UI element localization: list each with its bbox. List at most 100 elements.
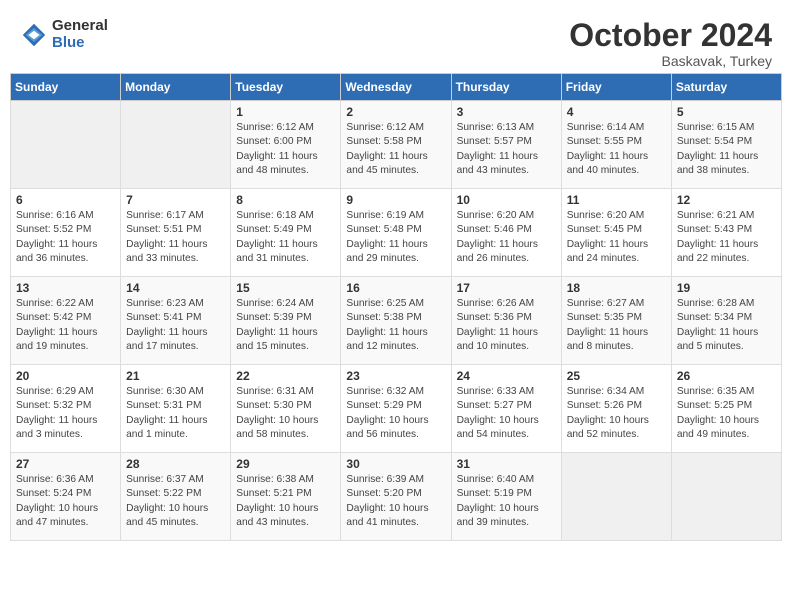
day-info: Sunrise: 6:40 AM Sunset: 5:19 PM Dayligh… (457, 474, 539, 528)
calendar-cell: 3 Sunrise: 6:13 AM Sunset: 5:57 PM Daylig… (451, 101, 561, 189)
logo-blue-text: Blue (52, 35, 108, 52)
location-subtitle: Baskavak, Turkey (569, 53, 772, 69)
day-number: 4 (567, 105, 666, 119)
week-row-2: 6 Sunrise: 6:16 AM Sunset: 5:52 PM Daylig… (11, 189, 782, 277)
calendar-cell: 17 Sunrise: 6:26 AM Sunset: 5:36 PM Dayli… (451, 277, 561, 365)
day-info: Sunrise: 6:20 AM Sunset: 5:46 PM Dayligh… (457, 210, 538, 264)
calendar-cell: 5Sunrise: 6:15 AM Sunset: 5:54 PM Daylig… (671, 101, 781, 189)
day-number: 25 (567, 369, 666, 383)
weekday-header-saturday: Saturday (671, 74, 781, 101)
day-number: 2 (346, 105, 445, 119)
day-info: Sunrise: 6:17 AM Sunset: 5:51 PM Dayligh… (126, 210, 207, 264)
day-info: Sunrise: 6:39 AM Sunset: 5:20 PM Dayligh… (346, 474, 428, 528)
calendar-cell (671, 453, 781, 541)
day-number: 29 (236, 457, 335, 471)
weekday-header-monday: Monday (121, 74, 231, 101)
day-info: Sunrise: 6:32 AM Sunset: 5:29 PM Dayligh… (346, 386, 428, 440)
day-number: 8 (236, 193, 335, 207)
day-info: Sunrise: 6:20 AM Sunset: 5:45 PM Dayligh… (567, 210, 648, 264)
calendar-cell: 22Sunrise: 6:31 AM Sunset: 5:30 PM Dayli… (231, 365, 341, 453)
day-number: 10 (457, 193, 556, 207)
calendar-table: SundayMondayTuesdayWednesdayThursdayFrid… (10, 73, 782, 541)
week-row-4: 20Sunrise: 6:29 AM Sunset: 5:32 PM Dayli… (11, 365, 782, 453)
calendar-cell: 6 Sunrise: 6:16 AM Sunset: 5:52 PM Daylig… (11, 189, 121, 277)
calendar-cell: 29 Sunrise: 6:38 AM Sunset: 5:21 PM Dayli… (231, 453, 341, 541)
calendar-cell: 27Sunrise: 6:36 AM Sunset: 5:24 PM Dayli… (11, 453, 121, 541)
calendar-cell: 9Sunrise: 6:19 AM Sunset: 5:48 PM Daylig… (341, 189, 451, 277)
day-info: Sunrise: 6:31 AM Sunset: 5:30 PM Dayligh… (236, 386, 318, 440)
calendar-cell: 12Sunrise: 6:21 AM Sunset: 5:43 PM Dayli… (671, 189, 781, 277)
day-number: 13 (16, 281, 115, 295)
day-info: Sunrise: 6:27 AM Sunset: 5:35 PM Dayligh… (567, 298, 648, 352)
day-number: 28 (126, 457, 225, 471)
day-info: Sunrise: 6:23 AM Sunset: 5:41 PM Dayligh… (126, 298, 207, 352)
calendar-cell: 14Sunrise: 6:23 AM Sunset: 5:41 PM Dayli… (121, 277, 231, 365)
day-info: Sunrise: 6:35 AM Sunset: 5:25 PM Dayligh… (677, 386, 759, 440)
week-row-5: 27Sunrise: 6:36 AM Sunset: 5:24 PM Dayli… (11, 453, 782, 541)
weekday-header-friday: Friday (561, 74, 671, 101)
weekday-header-thursday: Thursday (451, 74, 561, 101)
calendar-cell: 13 Sunrise: 6:22 AM Sunset: 5:42 PM Dayli… (11, 277, 121, 365)
day-number: 11 (567, 193, 666, 207)
calendar-cell: 23 Sunrise: 6:32 AM Sunset: 5:29 PM Dayli… (341, 365, 451, 453)
day-info: Sunrise: 6:13 AM Sunset: 5:57 PM Dayligh… (457, 122, 538, 176)
calendar-cell: 28Sunrise: 6:37 AM Sunset: 5:22 PM Dayli… (121, 453, 231, 541)
calendar-cell: 15Sunrise: 6:24 AM Sunset: 5:39 PM Dayli… (231, 277, 341, 365)
day-info: Sunrise: 6:12 AM Sunset: 5:58 PM Dayligh… (346, 122, 427, 176)
day-number: 5 (677, 105, 776, 119)
calendar-cell (11, 101, 121, 189)
weekday-header-wednesday: Wednesday (341, 74, 451, 101)
day-number: 24 (457, 369, 556, 383)
calendar-cell: 4 Sunrise: 6:14 AM Sunset: 5:55 PM Daylig… (561, 101, 671, 189)
calendar-cell: 26Sunrise: 6:35 AM Sunset: 5:25 PM Dayli… (671, 365, 781, 453)
calendar-cell: 7 Sunrise: 6:17 AM Sunset: 5:51 PM Daylig… (121, 189, 231, 277)
page-header: General Blue October 2024 Baskavak, Turk… (10, 10, 782, 73)
day-number: 19 (677, 281, 776, 295)
day-number: 9 (346, 193, 445, 207)
weekday-header-row: SundayMondayTuesdayWednesdayThursdayFrid… (11, 74, 782, 101)
day-number: 18 (567, 281, 666, 295)
calendar-cell: 8Sunrise: 6:18 AM Sunset: 5:49 PM Daylig… (231, 189, 341, 277)
calendar-cell: 25 Sunrise: 6:34 AM Sunset: 5:26 PM Dayli… (561, 365, 671, 453)
day-number: 15 (236, 281, 335, 295)
calendar-cell: 19 Sunrise: 6:28 AM Sunset: 5:34 PM Dayli… (671, 277, 781, 365)
calendar-cell: 1Sunrise: 6:12 AM Sunset: 6:00 PM Daylig… (231, 101, 341, 189)
day-info: Sunrise: 6:16 AM Sunset: 5:52 PM Dayligh… (16, 210, 97, 264)
logo: General Blue (20, 18, 108, 51)
day-info: Sunrise: 6:22 AM Sunset: 5:42 PM Dayligh… (16, 298, 97, 352)
day-info: Sunrise: 6:38 AM Sunset: 5:21 PM Dayligh… (236, 474, 318, 528)
logo-text: General Blue (52, 18, 108, 51)
day-number: 3 (457, 105, 556, 119)
day-number: 17 (457, 281, 556, 295)
day-number: 7 (126, 193, 225, 207)
day-number: 6 (16, 193, 115, 207)
calendar-cell: 24Sunrise: 6:33 AM Sunset: 5:27 PM Dayli… (451, 365, 561, 453)
day-info: Sunrise: 6:34 AM Sunset: 5:26 PM Dayligh… (567, 386, 649, 440)
calendar-cell: 20Sunrise: 6:29 AM Sunset: 5:32 PM Dayli… (11, 365, 121, 453)
day-info: Sunrise: 6:25 AM Sunset: 5:38 PM Dayligh… (346, 298, 427, 352)
weekday-header-tuesday: Tuesday (231, 74, 341, 101)
day-number: 31 (457, 457, 556, 471)
week-row-1: 1Sunrise: 6:12 AM Sunset: 6:00 PM Daylig… (11, 101, 782, 189)
day-number: 23 (346, 369, 445, 383)
day-info: Sunrise: 6:21 AM Sunset: 5:43 PM Dayligh… (677, 210, 758, 264)
day-number: 20 (16, 369, 115, 383)
calendar-cell (121, 101, 231, 189)
logo-icon (20, 21, 48, 49)
weekday-header-sunday: Sunday (11, 74, 121, 101)
calendar-cell: 30 Sunrise: 6:39 AM Sunset: 5:20 PM Dayli… (341, 453, 451, 541)
day-info: Sunrise: 6:30 AM Sunset: 5:31 PM Dayligh… (126, 386, 207, 440)
month-title: October 2024 (569, 18, 772, 53)
week-row-3: 13 Sunrise: 6:22 AM Sunset: 5:42 PM Dayli… (11, 277, 782, 365)
day-number: 1 (236, 105, 335, 119)
calendar-cell: 16 Sunrise: 6:25 AM Sunset: 5:38 PM Dayli… (341, 277, 451, 365)
calendar-cell: 18 Sunrise: 6:27 AM Sunset: 5:35 PM Dayli… (561, 277, 671, 365)
day-info: Sunrise: 6:26 AM Sunset: 5:36 PM Dayligh… (457, 298, 538, 352)
day-info: Sunrise: 6:14 AM Sunset: 5:55 PM Dayligh… (567, 122, 648, 176)
day-info: Sunrise: 6:28 AM Sunset: 5:34 PM Dayligh… (677, 298, 758, 352)
day-number: 30 (346, 457, 445, 471)
day-number: 16 (346, 281, 445, 295)
day-number: 27 (16, 457, 115, 471)
calendar-cell: 11 Sunrise: 6:20 AM Sunset: 5:45 PM Dayli… (561, 189, 671, 277)
day-number: 21 (126, 369, 225, 383)
